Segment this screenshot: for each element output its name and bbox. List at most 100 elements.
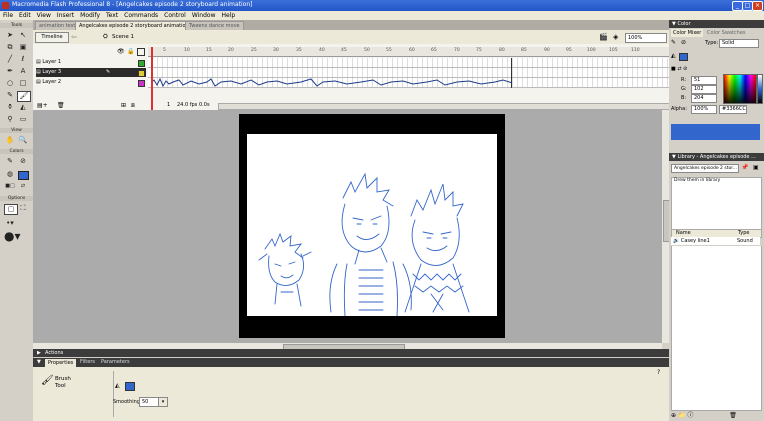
menu-help[interactable]: Help <box>219 11 239 20</box>
oval-tool-icon[interactable]: ○ <box>4 79 16 88</box>
fill-swatch[interactable] <box>18 171 29 180</box>
onion-skin-icon[interactable]: ⧈ <box>131 102 135 110</box>
type-select[interactable]: Solid <box>719 39 759 48</box>
tab-color-mixer[interactable]: Color Mixer <box>671 29 704 37</box>
menu-commands[interactable]: Commands <box>121 11 161 20</box>
delete-layer-icon[interactable]: 🗑 <box>57 102 65 109</box>
tab-color-swatches[interactable]: Color Swatches <box>707 29 746 37</box>
delete-icon[interactable]: 🗑 <box>729 412 737 419</box>
alpha-input[interactable]: 100% <box>691 105 717 114</box>
color-panel-header[interactable]: ▼ Color <box>669 20 764 28</box>
library-list-area[interactable] <box>671 246 762 411</box>
lock-column-icon[interactable]: 🔒 <box>127 48 134 55</box>
text-tool-icon[interactable]: A <box>17 67 29 76</box>
lasso-tool-icon[interactable]: ℓ <box>17 55 29 64</box>
stroke-pencil-icon[interactable]: ✎ <box>671 39 676 46</box>
fill-color-icon[interactable]: ◍ <box>4 170 16 179</box>
rectangle-tool-icon[interactable]: □ <box>17 79 29 88</box>
insert-layer-icon[interactable]: ▤+ <box>37 102 48 109</box>
r-input[interactable]: 51 <box>691 76 717 85</box>
b-input[interactable]: 204 <box>691 94 717 103</box>
pin-icon[interactable]: 📌 <box>741 164 748 171</box>
fill-color-swatch[interactable] <box>125 382 135 391</box>
pencil-tool-icon[interactable]: ✎ <box>4 91 16 100</box>
brush-tool-icon[interactable]: 🖌 <box>17 91 31 102</box>
line-tool-icon[interactable]: ╱ <box>4 55 16 64</box>
layer-color-swatch[interactable] <box>138 60 145 67</box>
column-name[interactable]: Name <box>672 230 691 236</box>
library-panel-header[interactable]: ▼ Library - Angelcakes episode ... <box>669 153 764 161</box>
library-item-row[interactable]: 🔊 Casey line1 Sound <box>671 237 760 245</box>
new-library-icon[interactable]: ▣ <box>753 164 759 171</box>
object-drawing-icon[interactable]: ▢ <box>4 204 18 215</box>
menu-text[interactable]: Text <box>103 11 121 20</box>
properties-icon[interactable]: ⓘ <box>687 412 693 419</box>
menu-control[interactable]: Control <box>161 11 189 20</box>
menu-modify[interactable]: Modify <box>77 11 103 20</box>
edit-symbols-icon[interactable]: ◈ <box>613 33 618 41</box>
frame-ruler[interactable]: 5 10 15 20 25 30 35 40 45 50 55 60 65 70… <box>148 47 693 57</box>
no-color-icon[interactable]: ⊘ <box>681 39 686 46</box>
back-arrow-icon[interactable]: ⇦ <box>71 33 77 41</box>
swap-colors-icon[interactable]: ⇄ <box>17 182 29 191</box>
stage-vscrollbar[interactable] <box>662 110 670 343</box>
tab-filters[interactable]: Filters <box>80 358 95 367</box>
center-frame-icon[interactable]: ⊞ <box>121 102 126 109</box>
smoothing-input[interactable]: 50 <box>139 397 159 407</box>
window-title: Macromedia Flash Professional 8 - [Angel… <box>12 1 253 8</box>
small-controls-icon[interactable]: ■ ⇄ ⊘ <box>671 66 687 72</box>
ink-bottle-icon[interactable]: ⚱ <box>4 103 16 112</box>
lock-fill-icon[interactable]: ⛶ <box>17 204 29 213</box>
brush-mode-icon[interactable]: •▾ <box>4 219 16 228</box>
library-doc-select[interactable]: Angelcakes episode 2 stor... <box>671 164 739 173</box>
zoom-select[interactable]: 100% <box>625 33 667 43</box>
menu-view[interactable]: View <box>34 11 54 20</box>
playhead[interactable] <box>151 47 153 110</box>
brightness-slider[interactable] <box>757 74 763 104</box>
gradient-transform-icon[interactable]: ▣ <box>17 43 29 52</box>
pen-tool-icon[interactable]: ✒ <box>4 67 16 76</box>
eye-column-icon[interactable]: 👁 <box>117 48 125 55</box>
selection-tool-icon[interactable]: ➤ <box>4 31 16 40</box>
edit-scene-icon[interactable]: 🎬 <box>599 33 608 41</box>
smoothing-dropdown-icon[interactable]: ▾ <box>158 397 168 407</box>
brush-size-icon[interactable]: ●▾ <box>4 230 21 242</box>
stage-canvas[interactable] <box>247 134 497 317</box>
eraser-tool-icon[interactable]: ▭ <box>17 115 29 124</box>
hex-input[interactable]: #3366CC <box>719 105 747 114</box>
layer-frames[interactable] <box>148 68 693 78</box>
layer-row[interactable]: ▤ Layer 1 <box>36 58 146 67</box>
free-transform-icon[interactable]: ⧉ <box>4 43 16 52</box>
menu-window[interactable]: Window <box>189 11 219 20</box>
timeline-toggle-button[interactable]: Timeline <box>35 32 69 43</box>
new-folder-icon[interactable]: 📁 <box>678 412 685 419</box>
layer-color-swatch[interactable] <box>138 70 145 77</box>
no-color-icon[interactable]: ⊘ <box>17 157 29 166</box>
help-icon[interactable]: ? <box>657 369 660 376</box>
layer-frames[interactable] <box>148 58 693 68</box>
paint-bucket-icon[interactable]: ◭ <box>17 103 29 112</box>
layer-color-swatch[interactable] <box>138 80 145 87</box>
tab-properties[interactable]: Properties <box>45 359 77 367</box>
new-symbol-icon[interactable]: ⊕ <box>671 412 676 419</box>
stroke-color-icon[interactable]: ✎ <box>4 157 16 166</box>
tab-parameters[interactable]: Parameters <box>101 358 130 367</box>
menu-file[interactable]: File <box>0 11 16 20</box>
layer-row[interactable]: ▤ Layer 2 <box>36 78 146 87</box>
column-type[interactable]: Type <box>738 230 749 237</box>
close-button[interactable]: × <box>752 1 763 11</box>
hand-tool-icon[interactable]: ✋ <box>4 136 16 145</box>
actions-panel-header[interactable]: ▶ Actions <box>33 349 669 357</box>
subselection-tool-icon[interactable]: ↖ <box>17 31 29 40</box>
zoom-tool-icon[interactable]: 🔍 <box>17 136 29 145</box>
menu-insert[interactable]: Insert <box>54 11 77 20</box>
fill-swatch[interactable] <box>679 53 688 61</box>
layer-row[interactable]: ▤ Layer 3 ✎ <box>36 68 146 77</box>
g-input[interactable]: 102 <box>691 85 717 94</box>
timeline-hscrollbar[interactable] <box>218 103 690 110</box>
default-colors-icon[interactable]: ■□ <box>4 182 16 191</box>
menu-edit[interactable]: Edit <box>16 11 34 20</box>
eyedropper-icon[interactable]: ⚲ <box>4 115 16 124</box>
outline-column-icon[interactable] <box>137 48 145 56</box>
color-spectrum[interactable] <box>723 74 757 104</box>
